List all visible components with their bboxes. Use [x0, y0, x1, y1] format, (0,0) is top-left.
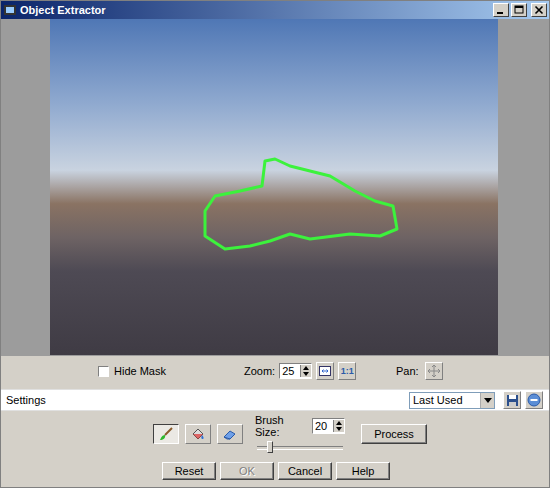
ok-button[interactable]: OK: [220, 462, 274, 480]
settings-label: Settings: [6, 394, 46, 406]
eraser-tool-button[interactable]: [217, 424, 243, 444]
title-bar: Object Extractor: [1, 1, 549, 19]
reset-button[interactable]: Reset: [162, 462, 216, 480]
dropdown-arrow-icon: [484, 398, 492, 403]
pan-arrows-icon: [427, 364, 441, 378]
paint-bucket-icon: [190, 426, 206, 442]
object-extractor-window: Object Extractor Hide Mask Zoom: 25 1:1 Pan: S…: [0, 0, 550, 488]
paint-brush-icon: [158, 426, 174, 442]
brush-size-spinner[interactable]: 20: [312, 418, 345, 434]
pan-label: Pan:: [396, 365, 419, 377]
app-icon: [3, 3, 17, 17]
help-button[interactable]: Help: [336, 462, 390, 480]
brush-size-label: Brush Size:: [255, 414, 308, 438]
maximize-icon: [514, 5, 524, 15]
actual-size-label: 1:1: [341, 366, 354, 376]
eraser-icon: [222, 426, 238, 442]
brush-size-value[interactable]: 20: [315, 420, 333, 432]
canvas-area: [1, 19, 549, 356]
zoom-label: Zoom:: [244, 365, 275, 377]
preset-dropdown[interactable]: Last Used: [409, 392, 495, 409]
zoom-spinner[interactable]: 25: [279, 363, 312, 379]
maximize-button[interactable]: [511, 3, 527, 17]
mask-outline: [50, 19, 498, 355]
spin-down-icon[interactable]: [335, 426, 343, 432]
spin-up-icon[interactable]: [302, 365, 310, 371]
photo-canvas[interactable]: [50, 19, 498, 355]
zoom-value[interactable]: 25: [282, 365, 300, 377]
pan-group: Pan:: [394, 362, 549, 380]
actual-size-button[interactable]: 1:1: [338, 362, 356, 380]
fit-button[interactable]: [316, 362, 334, 380]
tool-group: [153, 424, 243, 444]
fit-window-icon: [318, 364, 332, 378]
window-title: Object Extractor: [20, 4, 490, 16]
close-button[interactable]: [531, 3, 547, 17]
close-icon: [534, 5, 544, 15]
brush-tool-button[interactable]: [153, 424, 179, 444]
pan-button[interactable]: [425, 362, 443, 380]
preset-value: Last Used: [413, 394, 463, 406]
floppy-disk-icon: [506, 394, 519, 407]
view-controls: Hide Mask Zoom: 25 1:1 Pan:: [1, 356, 549, 386]
slider-thumb[interactable]: [267, 441, 273, 453]
tools-row: Brush Size: 20 Process: [1, 411, 549, 457]
hide-mask-label: Hide Mask: [114, 365, 166, 377]
zoom-group: Zoom: 25 1:1: [244, 362, 394, 380]
cancel-button[interactable]: Cancel: [278, 462, 332, 480]
spin-down-icon[interactable]: [302, 371, 310, 377]
reset-circle-icon: [527, 393, 541, 407]
dropdown-arrow[interactable]: [480, 393, 494, 408]
fill-tool-button[interactable]: [185, 424, 211, 444]
delete-preset-button[interactable]: [525, 391, 543, 409]
settings-bar: Settings Last Used: [1, 389, 549, 411]
spin-up-icon[interactable]: [335, 420, 343, 426]
minimize-icon: [496, 5, 506, 15]
brush-size-group: Brush Size: 20: [255, 414, 345, 454]
hide-mask-checkbox[interactable]: Hide Mask: [98, 365, 244, 377]
minimize-button[interactable]: [493, 3, 509, 17]
brush-size-slider[interactable]: [257, 440, 343, 454]
dialog-buttons: ResetOKCancelHelp: [1, 457, 549, 487]
save-preset-button[interactable]: [503, 391, 521, 409]
checkbox-box[interactable]: [98, 366, 109, 377]
process-button[interactable]: Process: [361, 424, 427, 444]
